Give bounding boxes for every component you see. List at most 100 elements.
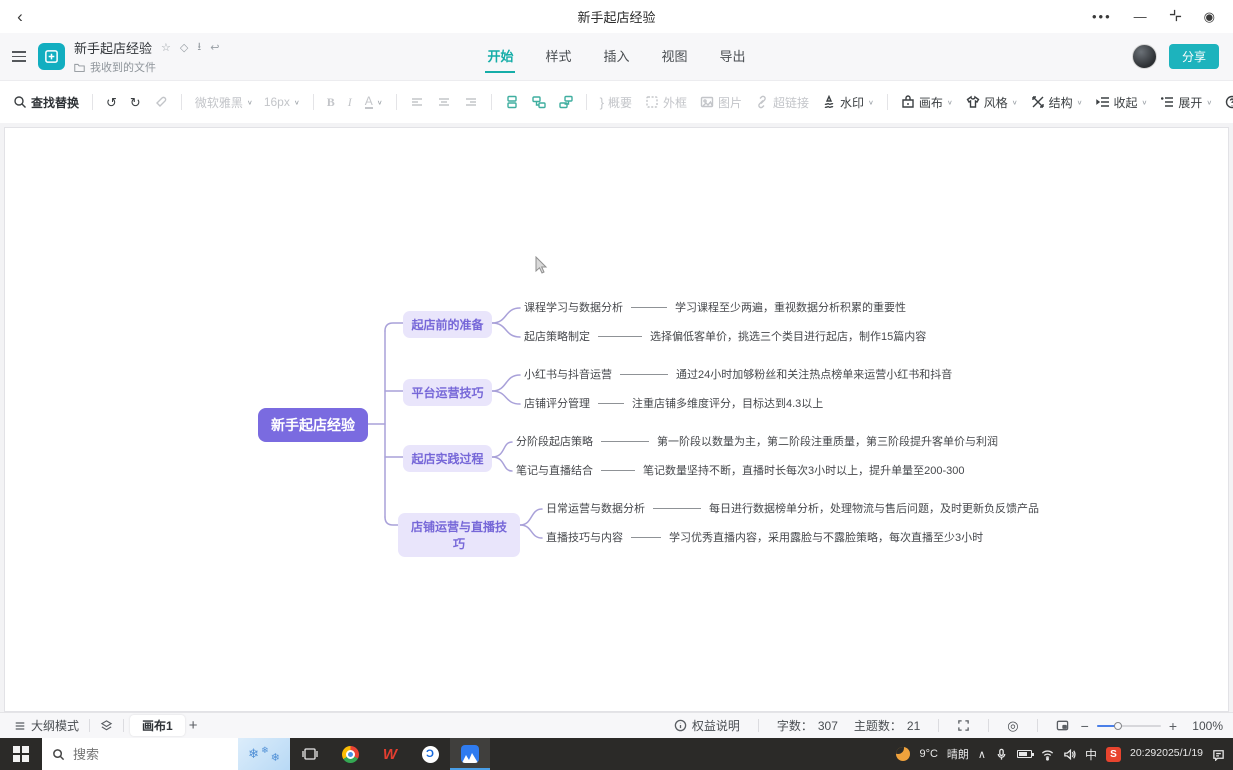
branch-node-3[interactable]: 起店实践过程 [403, 445, 492, 472]
branch-node-1[interactable]: 起店前的准备 [403, 311, 492, 338]
history-icon[interactable]: ↩ [210, 41, 219, 54]
tab-style[interactable]: 样式 [543, 40, 573, 73]
format-painter-button[interactable] [151, 91, 171, 113]
leaf-desc[interactable]: 第一阶段以数量为主，第二阶段注重质量，第三阶段提升客单价与利润 [657, 433, 998, 449]
sogou-ime-icon[interactable]: S [1106, 747, 1121, 762]
document-location[interactable]: 我收到的文件 [74, 59, 219, 75]
align-right-button[interactable] [461, 91, 481, 113]
watermark-button[interactable]: 水印∨ [819, 90, 877, 115]
back-icon[interactable]: ‹ [0, 7, 40, 27]
task-view-button[interactable] [290, 738, 330, 770]
leaf-topic[interactable]: 笔记与直播结合 [516, 462, 593, 478]
layers-button[interactable] [96, 717, 117, 734]
minimize-button[interactable]: — [1134, 10, 1147, 23]
hyperlink-button[interactable]: 超链接 [752, 90, 812, 115]
tab-insert[interactable]: 插入 [601, 40, 631, 73]
canvas-button[interactable]: 画布∨ [898, 90, 956, 115]
font-color-button[interactable]: A∨ [362, 91, 386, 113]
mindmap-app-taskbar-icon[interactable] [450, 738, 490, 770]
weather-temp[interactable]: 9°C [919, 748, 937, 760]
align-left-button[interactable] [407, 91, 427, 113]
tag-icon[interactable]: ◇ [180, 41, 188, 54]
leaf-topic[interactable]: 小红书与抖音运营 [524, 366, 612, 382]
weather-widget[interactable]: ❄ ❄ ❄ [238, 738, 290, 770]
tab-home[interactable]: 开始 [485, 40, 515, 73]
zoom-in-button[interactable]: + [1169, 718, 1177, 734]
rights-info-button[interactable]: 权益说明 [670, 715, 744, 736]
zoom-out-button[interactable]: − [1081, 718, 1089, 734]
start-button[interactable] [0, 738, 42, 770]
volume-icon[interactable] [1063, 748, 1076, 761]
structure-button[interactable]: 结构∨ [1028, 90, 1086, 115]
leaf-topic[interactable]: 起店策略制定 [524, 328, 590, 344]
browser-taskbar-icon[interactable]: Ɔ [410, 738, 450, 770]
minimap-button[interactable] [1052, 717, 1073, 734]
mindmap-root-node[interactable]: 新手起店经验 [258, 408, 368, 442]
weather-tray-icon[interactable] [896, 747, 910, 761]
microphone-icon[interactable] [995, 748, 1008, 761]
branch-node-2[interactable]: 平台运营技巧 [403, 379, 492, 406]
leaf-desc[interactable]: 学习优秀直播内容，采用露脸与不露脸策略，每次直播至少3小时 [669, 529, 983, 545]
wifi-icon[interactable] [1041, 748, 1054, 761]
expand-button[interactable]: 展开∨ [1157, 90, 1215, 115]
notification-center-button[interactable] [1212, 748, 1225, 761]
frame-button[interactable]: 外框 [642, 90, 690, 115]
image-button[interactable]: 图片 [697, 90, 745, 115]
circle-dot-button[interactable]: ◉ [1204, 10, 1215, 23]
align-center-button[interactable] [434, 91, 454, 113]
share-button[interactable]: 分享 [1169, 44, 1219, 69]
insert-parent-topic-button[interactable] [556, 91, 576, 113]
add-canvas-button[interactable]: + [185, 715, 202, 736]
avatar[interactable] [1132, 44, 1157, 69]
leaf-topic[interactable]: 日常运营与数据分析 [546, 500, 645, 516]
help-button[interactable] [1222, 91, 1233, 113]
ime-indicator[interactable]: 中 [1085, 746, 1097, 763]
summary-button[interactable]: } 概要 [597, 90, 635, 115]
leaf-topic[interactable]: 课程学习与数据分析 [524, 299, 623, 315]
leaf-desc[interactable]: 选择偏低客单价，挑选三个类目进行起店，制作15篇内容 [650, 328, 926, 344]
zoom-slider-handle[interactable] [1114, 722, 1122, 730]
hidden-icons-button[interactable]: ∧ [978, 748, 986, 761]
branch-node-4[interactable]: 店铺运营与直播技巧 [398, 513, 520, 557]
zoom-level[interactable]: 100% [1185, 719, 1223, 733]
wps-taskbar-icon[interactable]: W [370, 738, 410, 770]
more-options-button[interactable]: ••• [1092, 10, 1112, 23]
italic-button[interactable]: I [345, 91, 355, 114]
battery-icon[interactable] [1017, 750, 1032, 758]
canvas-tab-1[interactable]: 画布1 [130, 715, 185, 736]
restore-button[interactable] [1169, 9, 1182, 24]
chrome-taskbar-icon[interactable] [330, 738, 370, 770]
bold-button[interactable]: B [324, 91, 338, 114]
tab-view[interactable]: 视图 [660, 40, 690, 73]
favorite-star-icon[interactable]: ☆ [161, 41, 171, 54]
leaf-desc[interactable]: 笔记数量坚持不断，直播时长每次3小时以上，提升单量至200-300 [643, 462, 965, 478]
style-button[interactable]: 风格∨ [963, 90, 1021, 115]
leaf-desc[interactable]: 每日进行数据榜单分析，处理物流与售后问题，及时更新负反馈产品 [709, 500, 1039, 516]
insert-sibling-topic-button[interactable] [502, 91, 522, 113]
download-icon[interactable]: ⭳ [197, 38, 201, 57]
leaf-topic[interactable]: 店铺评分管理 [524, 395, 590, 411]
zoom-slider[interactable] [1097, 725, 1161, 727]
leaf-topic[interactable]: 直播技巧与内容 [546, 529, 623, 545]
insert-child-topic-button[interactable] [529, 91, 549, 113]
outline-mode-button[interactable]: 大纲模式 [10, 715, 83, 736]
font-family-select[interactable]: 微软雅黑∨ [192, 90, 254, 115]
search-input[interactable] [73, 747, 193, 762]
find-replace-button[interactable]: 查找替换 [10, 90, 82, 115]
menu-icon[interactable] [0, 51, 38, 62]
leaf-topic[interactable]: 分阶段起店策略 [516, 433, 593, 449]
font-size-select[interactable]: 16px∨ [261, 91, 303, 113]
weather-desc[interactable]: 晴朗 [947, 746, 969, 762]
taskbar-clock[interactable]: 20:29 2025/1/19 [1130, 747, 1203, 760]
tab-export[interactable]: 导出 [718, 40, 748, 73]
mindmap-canvas[interactable]: 新手起店经验 起店前的准备 平台运营技巧 起店实践过程 店铺运营与直播技巧 课程… [4, 127, 1229, 712]
leaf-desc[interactable]: 学习课程至少两遍，重视数据分析积累的重要性 [675, 299, 906, 315]
fullscreen-button[interactable] [953, 717, 974, 734]
undo-button[interactable]: ↺ [103, 92, 120, 113]
redo-button[interactable]: ↻ [127, 92, 144, 113]
collapse-button[interactable]: 收起∨ [1093, 90, 1151, 115]
taskbar-search[interactable] [42, 738, 238, 770]
leaf-desc[interactable]: 注重店铺多维度评分，目标达到4.3以上 [632, 395, 823, 411]
locate-center-button[interactable]: ◎ [1003, 716, 1022, 736]
leaf-desc[interactable]: 通过24小时加够粉丝和关注热点榜单来运营小红书和抖音 [676, 366, 952, 382]
